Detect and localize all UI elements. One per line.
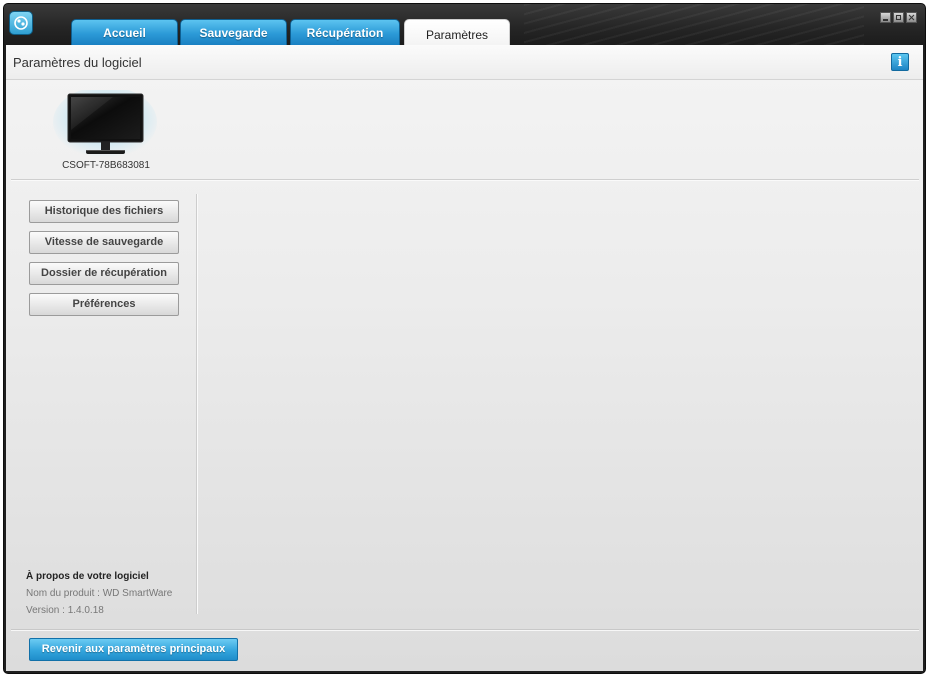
page-header: Paramètres du logiciel i	[6, 45, 923, 80]
close-button[interactable]	[906, 12, 917, 23]
sidebar-divider	[196, 194, 198, 614]
recovery-folder-button[interactable]: Dossier de récupération	[29, 262, 179, 285]
settings-panel: Paramètres du logiciel i CSOFT-78B683081…	[6, 45, 923, 671]
about-heading: À propos de votre logiciel	[26, 571, 149, 582]
title-bar: Accueil Sauvegarde Récupération Paramètr…	[4, 4, 925, 47]
about-section: À propos de votre logiciel Nom du produi…	[26, 568, 172, 619]
app-window: Accueil Sauvegarde Récupération Paramètr…	[3, 3, 926, 674]
back-to-main-settings-button[interactable]: Revenir aux paramètres principaux	[29, 638, 238, 661]
preferences-button[interactable]: Préférences	[29, 293, 179, 316]
backup-speed-button[interactable]: Vitesse de sauvegarde	[29, 231, 179, 254]
divider	[11, 179, 919, 181]
app-logo-icon	[9, 11, 33, 35]
file-history-button[interactable]: Historique des fichiers	[29, 200, 179, 223]
tab-parametres[interactable]: Paramètres	[404, 19, 510, 47]
device-name: CSOFT-78B683081	[62, 160, 150, 171]
tab-accueil[interactable]: Accueil	[71, 19, 178, 45]
page-title: Paramètres du logiciel	[13, 55, 142, 70]
info-icon[interactable]: i	[891, 53, 909, 71]
version-text: Version : 1.4.0.18	[26, 605, 104, 616]
maximize-button[interactable]	[893, 12, 904, 23]
product-name: Nom du produit : WD SmartWare	[26, 588, 173, 599]
tab-sauvegarde[interactable]: Sauvegarde	[180, 19, 287, 45]
minimize-button[interactable]	[880, 12, 891, 23]
tab-recuperation[interactable]: Récupération	[290, 19, 400, 45]
footer-divider	[11, 629, 919, 631]
